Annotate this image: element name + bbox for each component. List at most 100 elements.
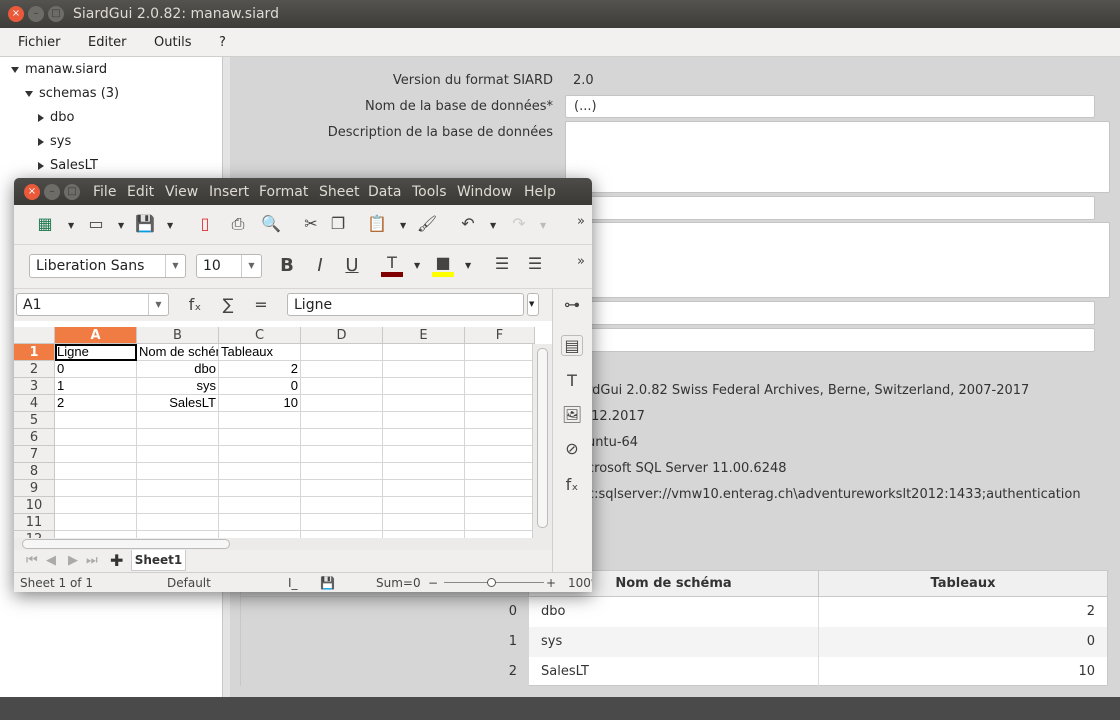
collapse-icon[interactable] [38,137,44,146]
expand-formula-icon[interactable]: ▼ [527,293,539,316]
row-header[interactable]: 7 [14,446,55,463]
insert-mode-icon[interactable]: I_ [288,576,298,590]
dropdown-icon[interactable]: ▼ [118,221,124,230]
row-header[interactable]: 8 [14,463,55,480]
sheet-tab[interactable]: Sheet1 [131,550,186,571]
functions-icon[interactable]: fₓ [561,475,583,494]
calc-menu-data[interactable]: Data [368,184,401,200]
tree-node-sys[interactable]: sys [38,134,71,149]
clone-formatting-icon[interactable]: 🖌 [416,214,438,233]
column-header[interactable]: A [55,327,137,344]
cell[interactable] [301,361,383,378]
paste-icon[interactable]: 📋 [366,214,388,233]
cell[interactable] [219,514,301,531]
cell[interactable] [301,395,383,412]
cell[interactable] [301,531,383,538]
underline-icon[interactable]: U [341,255,363,276]
cell[interactable] [301,463,383,480]
cell[interactable] [55,446,137,463]
row-header[interactable]: 6 [14,429,55,446]
horizontal-scrollbar[interactable] [14,538,552,550]
cell[interactable] [383,344,465,361]
cell[interactable] [219,412,301,429]
add-sheet-icon[interactable]: ✚ [110,551,123,570]
row-header[interactable]: 10 [14,497,55,514]
bold-icon[interactable]: B [276,255,298,276]
cell[interactable]: Nom de schéma [137,344,219,361]
sum-icon[interactable]: ∑ [217,295,239,314]
dropdown-icon[interactable]: ▼ [490,221,496,230]
zoom-out-icon[interactable]: − [428,576,438,590]
vertical-scrollbar[interactable] [532,344,552,538]
expand-icon[interactable] [11,66,19,73]
select-all-corner[interactable] [14,327,55,344]
dropdown-icon[interactable]: ▼ [167,221,173,230]
cell[interactable] [383,480,465,497]
cut-icon[interactable]: ✂ [300,214,322,233]
next-sheet-icon[interactable]: ▶ [68,553,78,568]
cell[interactable] [383,378,465,395]
cell[interactable] [137,480,219,497]
dropdown-icon[interactable]: ▼ [165,255,185,277]
cell[interactable] [465,361,535,378]
cell[interactable] [301,429,383,446]
cell[interactable] [383,395,465,412]
collapse-icon[interactable] [38,113,44,122]
align-left-icon[interactable]: ☰ [491,254,513,273]
cell[interactable] [219,480,301,497]
cell[interactable] [465,480,535,497]
cell[interactable] [137,514,219,531]
cell[interactable]: SalesLT [137,395,219,412]
close-icon[interactable]: × [8,6,24,22]
more-icon[interactable]: » [570,214,592,229]
gallery-icon[interactable]: 🖼 [561,405,583,424]
cell[interactable] [55,514,137,531]
cell[interactable]: 1 [55,378,137,395]
dropdown-icon[interactable]: ▼ [400,221,406,230]
collapse-icon[interactable] [38,161,44,170]
dropdown-icon[interactable]: ▼ [68,221,74,230]
calc-menu-insert[interactable]: Insert [209,184,249,200]
textarea-field[interactable] [565,222,1110,298]
cell[interactable] [383,531,465,538]
new-spreadsheet-icon[interactable]: ▦ [34,214,56,233]
export-pdf-icon[interactable]: ▯ [194,214,216,233]
minimize-icon[interactable]: – [28,6,44,22]
spreadsheet-grid[interactable]: ABCDEF1LigneNom de schémaTableaux20dbo23… [14,321,552,538]
cell[interactable] [383,463,465,480]
cell[interactable] [383,514,465,531]
cell[interactable] [301,480,383,497]
cell[interactable] [301,378,383,395]
menu-editer[interactable]: Editer [88,35,127,50]
undo-icon[interactable]: ↶ [457,214,479,233]
cell[interactable] [55,480,137,497]
copy-icon[interactable]: ❐ [327,214,349,233]
cell[interactable] [55,463,137,480]
text-field[interactable]: ) [565,328,1095,352]
calc-menu-window[interactable]: Window [457,184,512,200]
close-icon[interactable]: × [24,184,40,200]
align-center-icon[interactable]: ☰ [524,254,546,273]
cell[interactable] [465,446,535,463]
cell[interactable] [383,429,465,446]
cell[interactable] [219,446,301,463]
row-header[interactable]: 3 [14,378,55,395]
table-row[interactable]: 2 SalesLT 10 [241,657,1107,687]
cell[interactable]: dbo [137,361,219,378]
column-header-tables[interactable]: Tableaux [819,571,1107,597]
table-row[interactable]: 0 dbo 2 [241,597,1107,627]
font-size-combo[interactable]: 10 ▼ [196,254,262,278]
cell[interactable]: Ligne [55,344,137,361]
scrollbar-thumb[interactable] [22,539,230,549]
cell[interactable] [137,531,219,538]
dbname-field[interactable]: (...) [565,95,1095,118]
cell[interactable] [383,497,465,514]
font-color-icon[interactable]: T [381,253,403,277]
row-header[interactable]: 4 [14,395,55,412]
last-sheet-icon[interactable]: ⏭ [86,553,98,568]
italic-icon[interactable]: I [309,255,331,276]
column-header[interactable]: D [301,327,383,344]
maximize-icon[interactable]: □ [64,184,80,200]
cell[interactable] [137,463,219,480]
name-box[interactable]: A1 ▼ [16,293,169,316]
